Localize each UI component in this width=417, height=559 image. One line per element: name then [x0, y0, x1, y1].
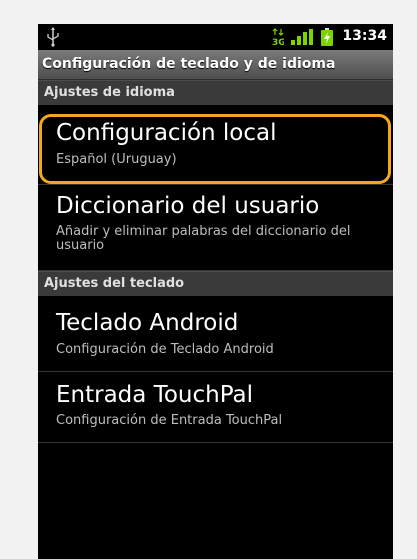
- item-summary: Configuración de Teclado Android: [56, 342, 274, 357]
- section-header-label: Ajustes del teclado: [44, 276, 185, 291]
- list-item-touchpal[interactable]: Entrada TouchPal Configuración de Entrad…: [38, 372, 393, 443]
- list-item-android-keyboard[interactable]: Teclado Android Configuración de Teclado…: [38, 296, 393, 372]
- item-summary: Español (Uruguay): [56, 152, 177, 167]
- usb-icon: [47, 27, 59, 47]
- signal-icon: [291, 29, 313, 45]
- battery-charging-icon: [321, 28, 333, 46]
- title-bar: Configuración de teclado y de idioma: [38, 50, 393, 80]
- section-header-label: Ajustes de idioma: [44, 85, 175, 100]
- section-header-keyboard: Ajustes del teclado: [38, 271, 393, 296]
- list-item-locale[interactable]: Configuración local Español (Uruguay): [38, 105, 393, 185]
- item-title: Diccionario del usuario: [56, 193, 320, 219]
- status-bar: 3G 13:34: [38, 24, 393, 50]
- phone-screen: 3G 13:34 Configuración de teclado y de i…: [38, 24, 393, 559]
- section-header-language: Ajustes de idioma: [38, 80, 393, 105]
- list-item-user-dictionary[interactable]: Diccionario del usuario Añadir y elimina…: [38, 185, 393, 271]
- item-title: Entrada TouchPal: [56, 382, 254, 408]
- item-summary: Configuración de Entrada TouchPal: [56, 413, 283, 428]
- item-title: Configuración local: [56, 120, 277, 146]
- network-3g-icon: 3G: [272, 28, 284, 46]
- window-title: Configuración de teclado y de idioma: [42, 56, 336, 72]
- network-type-label: 3G: [272, 38, 284, 46]
- item-title: Teclado Android: [56, 310, 239, 336]
- item-summary: Añadir y eliminar palabras del diccionar…: [56, 224, 351, 253]
- clock: 13:34: [342, 28, 387, 44]
